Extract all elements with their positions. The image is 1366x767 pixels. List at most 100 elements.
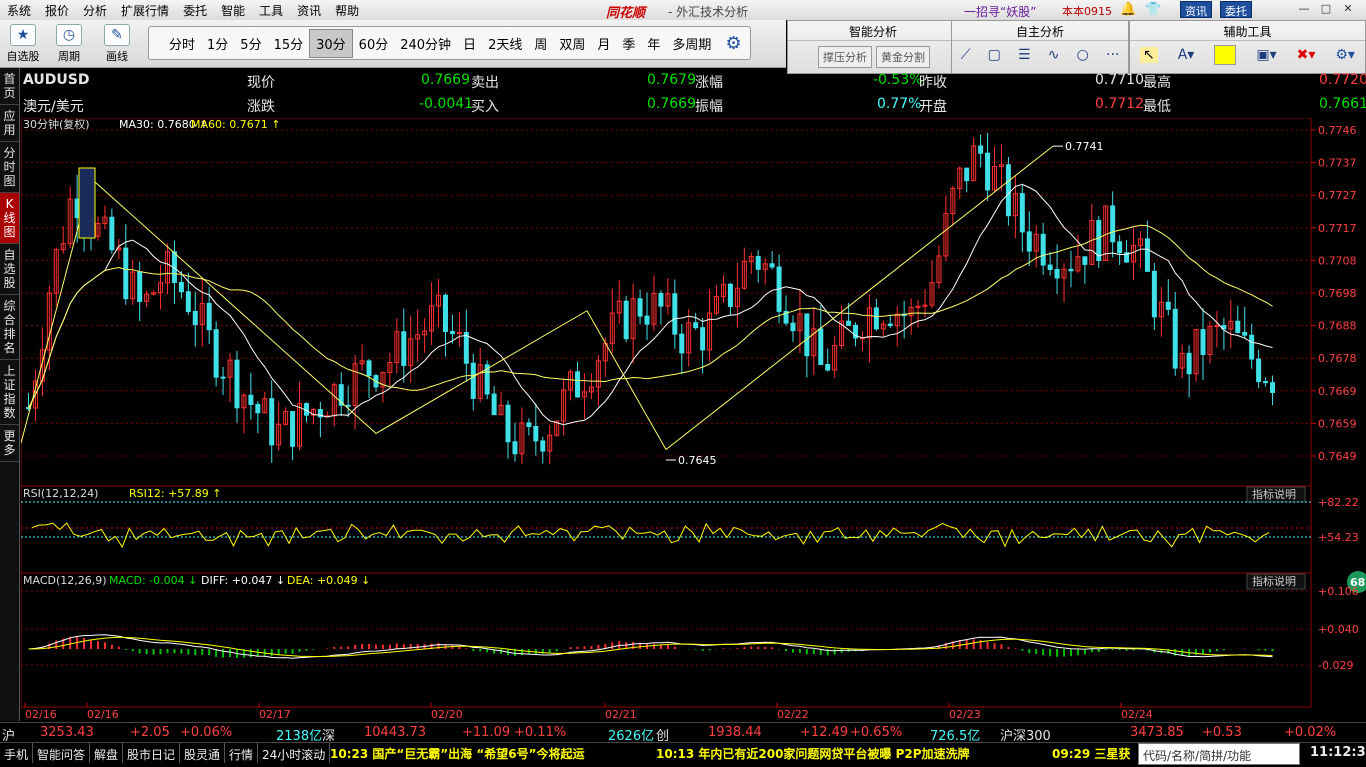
text-icon[interactable]: A▾ xyxy=(1178,47,1195,63)
value-sell: 0.7679 xyxy=(647,72,696,88)
period-settings-icon[interactable]: ⚙ xyxy=(717,33,749,54)
news-button[interactable]: 资讯 xyxy=(1180,1,1212,18)
y-tick-label: 0.7649 xyxy=(1318,450,1357,463)
value-prev-close: 0.7710 xyxy=(1095,72,1144,88)
side-tab[interactable]: 综合排名 xyxy=(0,295,19,360)
period-tab[interactable]: 年 xyxy=(641,30,666,57)
watchlist-tool-button[interactable]: ★ 自选股 xyxy=(4,24,42,64)
period-tab[interactable]: 月 xyxy=(591,30,616,57)
delete-icon[interactable]: ✖▾ xyxy=(1297,47,1316,63)
candle-body xyxy=(1117,241,1123,254)
menu-item[interactable]: 帮助 xyxy=(328,2,366,19)
candle-body xyxy=(1165,301,1171,310)
period-tab[interactable]: 1分 xyxy=(201,30,234,57)
menu-item[interactable]: 报价 xyxy=(38,2,76,19)
candle-body xyxy=(1256,358,1262,383)
period-tab[interactable]: 季 xyxy=(616,30,641,57)
menu-item[interactable]: 分析 xyxy=(76,2,114,19)
value-amplitude: 0.77% xyxy=(877,96,922,112)
golden-section-button[interactable]: 黄金分割 xyxy=(876,46,930,68)
side-tab[interactable]: K线图 xyxy=(0,193,19,244)
period-tab[interactable]: 周 xyxy=(528,30,553,57)
news-item[interactable]: 09:29 三星获 xyxy=(1052,745,1130,762)
menu-item[interactable]: 工具 xyxy=(252,2,290,19)
side-tab[interactable]: 上证指数 xyxy=(0,360,19,425)
bell-icon[interactable]: 🔔 xyxy=(1120,2,1136,17)
status-tab[interactable]: 行情 xyxy=(225,743,259,763)
channel-icon[interactable]: ☰ xyxy=(1018,47,1031,63)
status-tab[interactable]: 24小时滚动 xyxy=(258,743,331,763)
candle-body xyxy=(1263,381,1269,384)
candle-body xyxy=(1026,231,1032,252)
candle-body xyxy=(442,294,448,333)
period-tab[interactable]: 5分 xyxy=(234,30,267,57)
label-high: 最高 xyxy=(1143,75,1171,91)
status-tab[interactable]: 手机 xyxy=(0,743,34,763)
value-low: 0.7661 xyxy=(1319,96,1366,112)
label-low: 最低 xyxy=(1143,99,1171,115)
candle-body xyxy=(790,322,796,332)
menu-item[interactable]: 扩展行情 xyxy=(114,2,176,19)
macd-tick-label: +0.040 xyxy=(1318,623,1359,636)
menu-item[interactable]: 智能 xyxy=(214,2,252,19)
more-icon[interactable]: ··· xyxy=(1106,47,1119,63)
status-tab[interactable]: 解盘 xyxy=(90,743,124,763)
cursor-icon[interactable]: ↖ xyxy=(1140,47,1158,63)
circle-icon[interactable]: ○ xyxy=(1077,47,1089,63)
ad-slogan-link[interactable]: 一招寻“妖股” xyxy=(964,3,1036,20)
settings-icon[interactable]: ⚙▾ xyxy=(1335,47,1355,63)
period-tab[interactable]: 双周 xyxy=(553,30,591,57)
wave-icon[interactable]: ∿ xyxy=(1048,47,1060,63)
color-swatch[interactable] xyxy=(1214,45,1237,65)
period-tab[interactable]: 分时 xyxy=(163,30,201,57)
candle-body xyxy=(491,393,497,416)
sh-change: +2.05 xyxy=(130,725,170,740)
period-tab[interactable]: 日 xyxy=(457,30,482,57)
candle-body xyxy=(533,425,539,442)
maximize-icon[interactable]: □ xyxy=(1318,2,1334,17)
candle-body xyxy=(109,216,115,251)
status-tab[interactable]: 股市日记 xyxy=(123,743,181,763)
period-tab[interactable]: 2天线 xyxy=(482,30,528,57)
menu-item[interactable]: 系统 xyxy=(0,2,38,19)
minimize-icon[interactable]: — xyxy=(1296,2,1312,17)
candle-body xyxy=(1235,320,1241,333)
status-tab[interactable]: 股灵通 xyxy=(180,743,226,763)
period-tab[interactable]: 240分钟 xyxy=(394,30,457,57)
search-input[interactable]: 代码/名称/简拼/功能 xyxy=(1138,743,1300,765)
side-tab[interactable]: 更多 xyxy=(0,425,19,462)
support-resistance-button[interactable]: 撑压分析 xyxy=(818,46,872,68)
menu-item[interactable]: 委托 xyxy=(176,2,214,19)
candle-body xyxy=(449,331,455,335)
save-icon[interactable]: ▣▾ xyxy=(1256,47,1276,63)
side-tab[interactable]: 自选股 xyxy=(0,244,19,295)
side-tab[interactable]: 应用 xyxy=(0,105,19,142)
side-tab[interactable]: 首页 xyxy=(0,68,19,105)
kline-chart[interactable]: 0.7746 0.7737 0.7727 0.7717 0.7708 0.7698 0.76… xyxy=(21,118,1366,722)
status-tab[interactable]: 智能问答 xyxy=(33,743,91,763)
sh-percent: +0.06% xyxy=(180,725,233,740)
candle-body xyxy=(401,331,407,366)
rectangle-icon[interactable]: ▢ xyxy=(988,47,1001,63)
value-change-pct: -0.53% xyxy=(873,72,923,88)
period-tool-button[interactable]: ◷ 周期 xyxy=(50,24,88,64)
line-draw-icon[interactable]: ⟋ xyxy=(961,47,971,63)
side-tab[interactable]: 分时图 xyxy=(0,142,19,193)
candle-body xyxy=(206,302,212,331)
period-tab[interactable]: 30分 xyxy=(309,28,353,58)
draw-tool-button[interactable]: ✎ 画线 xyxy=(98,24,136,64)
candle-body xyxy=(1110,205,1116,243)
trade-button[interactable]: 委托 xyxy=(1220,1,1252,18)
news-item[interactable]: 10:23 国产“巨无霸”出海 “希望6号”今将起运 xyxy=(330,745,584,762)
label-now: 现价 xyxy=(247,75,275,91)
shirt-icon[interactable]: 👕 xyxy=(1145,2,1161,17)
period-tab[interactable]: 60分 xyxy=(353,30,395,57)
period-tab[interactable]: 15分 xyxy=(268,30,310,57)
y-tick-label: 0.7659 xyxy=(1318,417,1357,430)
news-item[interactable]: 10:13 年内已有近200家问题网贷平台被曝 P2P加速洗牌 xyxy=(656,745,970,762)
menu-item[interactable]: 资讯 xyxy=(290,2,328,19)
period-tab[interactable]: 多周期 xyxy=(666,30,717,57)
selection-box xyxy=(78,167,96,239)
candle-body xyxy=(623,300,629,340)
close-icon[interactable]: ✕ xyxy=(1340,2,1356,17)
